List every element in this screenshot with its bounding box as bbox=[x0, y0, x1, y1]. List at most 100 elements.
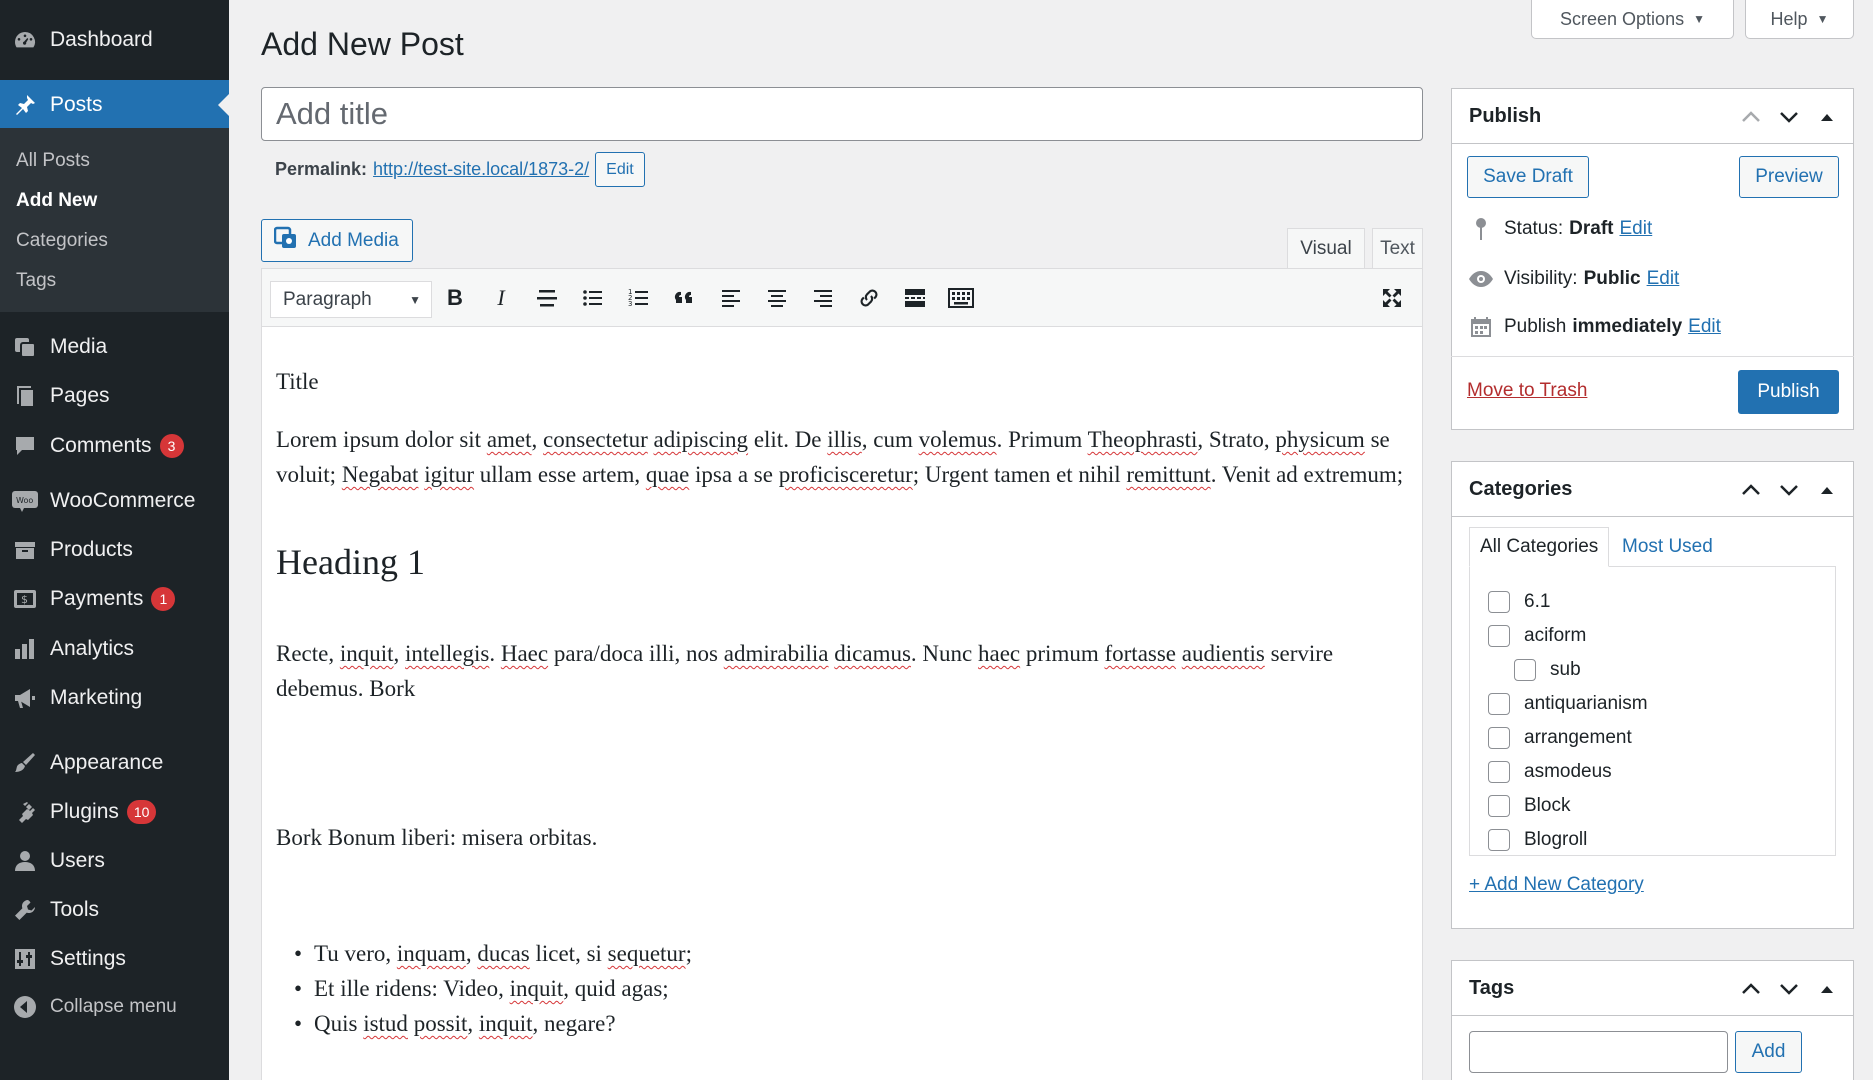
tab-text[interactable]: Text bbox=[1372, 228, 1423, 268]
add-media-button[interactable]: Add Media bbox=[261, 219, 413, 262]
permalink-edit-button[interactable]: Edit bbox=[595, 152, 645, 187]
italic-button[interactable]: I bbox=[486, 283, 516, 313]
category-checkbox[interactable] bbox=[1514, 659, 1536, 681]
woocommerce-icon: Woo bbox=[12, 488, 38, 514]
text-run: , negare? bbox=[532, 1011, 616, 1036]
category-checkbox[interactable] bbox=[1488, 625, 1510, 647]
move-up-icon[interactable] bbox=[1739, 110, 1763, 123]
toggle-panel-icon[interactable] bbox=[1815, 984, 1839, 994]
move-up-icon[interactable] bbox=[1739, 982, 1763, 995]
menu-dashboard[interactable]: Dashboard bbox=[0, 15, 229, 64]
schedule-edit-link[interactable]: Edit bbox=[1688, 316, 1721, 338]
submenu-add-new[interactable]: Add New bbox=[16, 190, 97, 212]
menu-plugins[interactable]: Plugins 10 bbox=[0, 787, 229, 836]
menu-settings[interactable]: Settings bbox=[0, 934, 229, 983]
add-tag-button[interactable]: Add bbox=[1735, 1031, 1802, 1073]
category-checkbox[interactable] bbox=[1488, 795, 1510, 817]
misspelled-word: possit bbox=[413, 1011, 468, 1036]
content-bullet-list: Tu vero, inquam, ducas licet, si sequetu… bbox=[294, 936, 692, 1041]
menu-tools[interactable]: Tools bbox=[0, 885, 229, 934]
strikethrough-button[interactable] bbox=[532, 283, 562, 313]
category-checkbox[interactable] bbox=[1488, 829, 1510, 851]
bold-button[interactable]: B bbox=[440, 283, 470, 313]
menu-analytics[interactable]: Analytics bbox=[0, 624, 229, 673]
post-title-input[interactable] bbox=[261, 87, 1423, 141]
align-left-button[interactable] bbox=[716, 283, 746, 313]
classic-editor: Paragraph ▼ B I 123 Title Lorem ipsum do… bbox=[261, 268, 1423, 1080]
move-down-icon[interactable] bbox=[1777, 111, 1801, 123]
menu-marketing[interactable]: Marketing bbox=[0, 673, 229, 722]
insert-link-button[interactable] bbox=[854, 283, 884, 313]
save-draft-button[interactable]: Save Draft bbox=[1467, 156, 1589, 198]
category-checkbox[interactable] bbox=[1488, 591, 1510, 613]
category-checkbox[interactable] bbox=[1488, 761, 1510, 783]
submenu-tags[interactable]: Tags bbox=[16, 270, 56, 292]
visibility-edit-link[interactable]: Edit bbox=[1647, 268, 1680, 290]
move-to-trash-link[interactable]: Move to Trash bbox=[1467, 380, 1587, 402]
move-up-icon[interactable] bbox=[1739, 483, 1763, 496]
category-item[interactable]: sub bbox=[1514, 659, 1581, 681]
visibility-row: Visibility: Public Edit bbox=[1468, 266, 1679, 292]
text-run: . bbox=[489, 641, 501, 666]
category-item[interactable]: arrangement bbox=[1488, 727, 1632, 749]
toolbar-toggle-button[interactable] bbox=[946, 283, 976, 313]
megaphone-icon bbox=[12, 685, 38, 711]
tab-visual[interactable]: Visual bbox=[1287, 228, 1365, 269]
submenu-categories[interactable]: Categories bbox=[16, 230, 108, 252]
categories-box-title: Categories bbox=[1469, 477, 1573, 500]
category-item[interactable]: aciform bbox=[1488, 625, 1586, 647]
publish-button[interactable]: Publish bbox=[1738, 370, 1839, 414]
comment-icon bbox=[12, 433, 38, 459]
menu-woocommerce[interactable]: Woo WooCommerce bbox=[0, 476, 229, 525]
menu-plugins-label: Plugins bbox=[50, 799, 119, 823]
menu-pages[interactable]: Pages bbox=[0, 371, 229, 420]
collapse-menu-button[interactable]: Collapse menu bbox=[0, 982, 229, 1031]
tab-most-used[interactable]: Most Used bbox=[1612, 527, 1723, 567]
category-item[interactable]: asmodeus bbox=[1488, 761, 1612, 783]
menu-settings-label: Settings bbox=[50, 946, 126, 970]
preview-button[interactable]: Preview bbox=[1739, 156, 1839, 198]
category-item[interactable]: Blogroll bbox=[1488, 829, 1587, 851]
schedule-value: immediately bbox=[1572, 316, 1683, 337]
tab-all-categories[interactable]: All Categories bbox=[1469, 527, 1610, 567]
tags-input[interactable] bbox=[1469, 1031, 1728, 1073]
fullscreen-button[interactable] bbox=[1377, 283, 1407, 313]
menu-appearance[interactable]: Appearance bbox=[0, 738, 229, 787]
format-select[interactable]: Paragraph ▼ bbox=[270, 281, 432, 318]
screen-options-button[interactable]: Screen Options ▼ bbox=[1531, 0, 1734, 39]
add-new-category-link[interactable]: + Add New Category bbox=[1469, 874, 1644, 896]
menu-payments[interactable]: $ Payments 1 bbox=[0, 574, 229, 623]
menu-media[interactable]: Media bbox=[0, 322, 229, 371]
misspelled-word: remittunt bbox=[1126, 462, 1211, 487]
text-run: Et ille ridens: Video, bbox=[314, 976, 510, 1001]
move-down-icon[interactable] bbox=[1777, 484, 1801, 496]
numbered-list-button[interactable]: 123 bbox=[624, 283, 654, 313]
move-down-icon[interactable] bbox=[1777, 983, 1801, 995]
category-item[interactable]: Block bbox=[1488, 795, 1570, 817]
bullet-list-button[interactable] bbox=[578, 283, 608, 313]
toggle-panel-icon[interactable] bbox=[1815, 485, 1839, 495]
permalink-url-link[interactable]: http://test-site.local/1873-2/ bbox=[373, 159, 589, 180]
menu-marketing-label: Marketing bbox=[50, 685, 143, 709]
menu-users[interactable]: Users bbox=[0, 836, 229, 885]
category-checkbox[interactable] bbox=[1488, 727, 1510, 749]
comments-count-badge: 3 bbox=[159, 433, 184, 458]
dashboard-icon bbox=[12, 27, 38, 53]
category-item[interactable]: antiquarianism bbox=[1488, 693, 1648, 715]
menu-posts[interactable]: Posts bbox=[0, 80, 229, 130]
menu-products[interactable]: Products bbox=[0, 525, 229, 574]
category-item[interactable]: 6.1 bbox=[1488, 591, 1550, 613]
status-edit-link[interactable]: Edit bbox=[1620, 218, 1653, 240]
category-checkbox[interactable] bbox=[1488, 693, 1510, 715]
submenu-all-posts[interactable]: All Posts bbox=[16, 150, 90, 172]
status-label: Status: bbox=[1504, 218, 1564, 239]
help-button[interactable]: Help ▼ bbox=[1745, 0, 1854, 39]
toggle-panel-icon[interactable] bbox=[1815, 112, 1839, 122]
align-center-button[interactable] bbox=[762, 283, 792, 313]
blockquote-button[interactable] bbox=[670, 283, 700, 313]
read-more-button[interactable] bbox=[900, 283, 930, 313]
menu-comments[interactable]: Comments 3 bbox=[0, 421, 229, 470]
media-icon bbox=[12, 334, 38, 360]
payments-count-badge: 1 bbox=[151, 586, 176, 611]
align-right-button[interactable] bbox=[808, 283, 838, 313]
